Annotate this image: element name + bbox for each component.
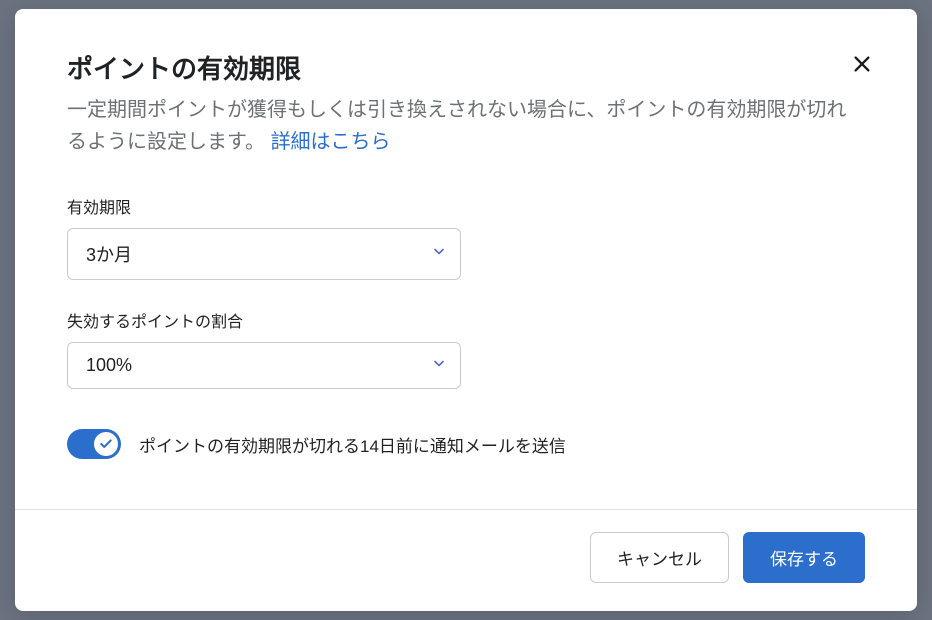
close-button[interactable] <box>847 49 877 79</box>
modal-body: ポイントの有効期限 一定期間ポイントが獲得もしくは引き換えされない場合に、ポイン… <box>15 9 917 509</box>
check-icon <box>99 437 113 451</box>
toggle-knob <box>94 432 118 456</box>
percentage-select-wrap: 100% <box>67 342 461 389</box>
description-text: 一定期間ポイントが獲得もしくは引き換えされない場合に、ポイントの有効期限が切れる… <box>67 99 846 153</box>
percentage-label: 失効するポイントの割合 <box>67 308 865 332</box>
percentage-select[interactable]: 100% <box>67 342 461 389</box>
save-button[interactable]: 保存する <box>743 532 865 583</box>
notification-toggle-row: ポイントの有効期限が切れる14日前に通知メールを送信 <box>67 429 865 459</box>
notification-toggle[interactable] <box>67 429 121 459</box>
expiry-label: 有効期限 <box>67 194 865 218</box>
cancel-button[interactable]: キャンセル <box>590 532 729 583</box>
expiry-select[interactable]: 3か月 <box>67 228 461 280</box>
learn-more-link[interactable]: 詳細はこちら <box>271 131 391 153</box>
modal-description: 一定期間ポイントが獲得もしくは引き換えされない場合に、ポイントの有効期限が切れる… <box>67 94 865 158</box>
modal-footer: キャンセル 保存する <box>15 509 917 611</box>
points-expiry-modal: ポイントの有効期限 一定期間ポイントが獲得もしくは引き換えされない場合に、ポイン… <box>15 9 917 611</box>
percentage-field-group: 失効するポイントの割合 100% <box>67 308 865 389</box>
close-icon <box>851 53 873 75</box>
expiry-field-group: 有効期限 3か月 <box>67 194 865 280</box>
expiry-select-wrap: 3か月 <box>67 228 461 280</box>
modal-title: ポイントの有効期限 <box>67 49 865 86</box>
notification-toggle-label: ポイントの有効期限が切れる14日前に通知メールを送信 <box>139 432 566 457</box>
